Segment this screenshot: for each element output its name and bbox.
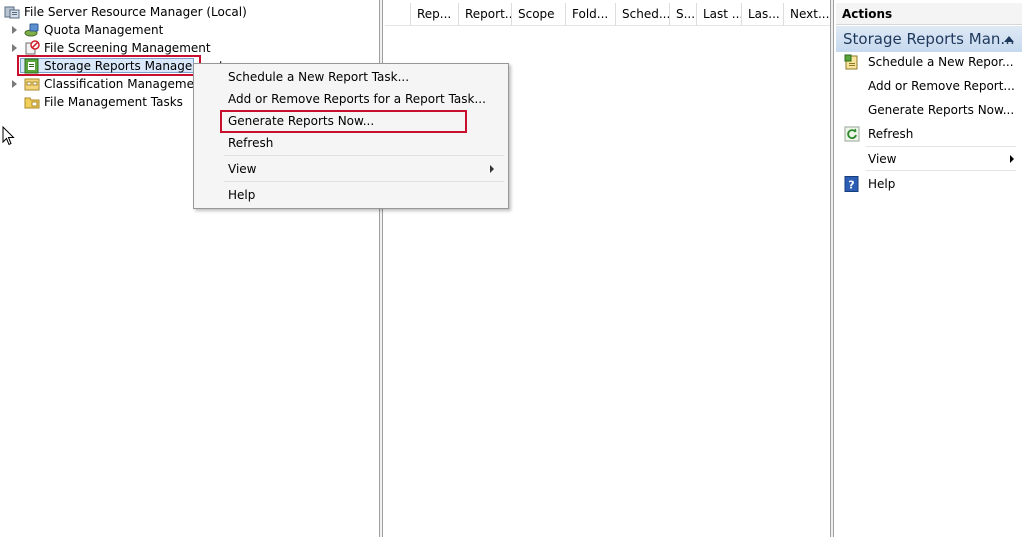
menu-separator — [224, 181, 504, 182]
column-header[interactable]: S... — [669, 3, 696, 25]
tree-item-label: File Management Tasks — [44, 95, 183, 109]
refresh-icon — [844, 126, 860, 142]
column-header[interactable]: Sched... — [615, 3, 669, 25]
menu-item-label: Schedule a New Report Task... — [228, 70, 410, 84]
menu-separator — [224, 155, 504, 156]
column-header[interactable]: Las... — [741, 3, 783, 25]
column-header[interactable]: Next... — [783, 3, 830, 25]
menu-item-schedule-new-report-task[interactable]: Schedule a New Report Task... — [196, 66, 506, 88]
tree-item-label: Classification Management — [44, 77, 207, 91]
action-label: View — [868, 152, 897, 166]
menu-item-label: Help — [228, 188, 256, 202]
action-label: Help — [868, 177, 896, 191]
menu-item-label: Add or Remove Reports for a Report Task.… — [228, 92, 486, 106]
action-refresh[interactable]: Refresh — [836, 123, 1022, 145]
menu-item-help[interactable]: Help — [196, 184, 506, 206]
column-header[interactable]: Report... — [458, 3, 511, 25]
file-tasks-icon — [24, 97, 40, 109]
menu-item-label: Refresh — [228, 136, 274, 150]
action-view[interactable]: View — [836, 148, 1022, 170]
action-generate-reports-now[interactable]: Generate Reports Now... — [836, 99, 1022, 121]
actions-pane: Actions Storage Reports Man... Schedule … — [836, 0, 1022, 537]
annotation-highlight-storage-reports — [17, 55, 201, 76]
server-icon — [4, 6, 20, 19]
separator — [866, 146, 1016, 147]
action-schedule-new-report[interactable]: Schedule a New Repor... — [836, 51, 1022, 73]
list-header: Rep... Report... Scope Fold... Sched... … — [385, 3, 830, 26]
actions-title: Actions — [836, 3, 1022, 25]
separator — [866, 170, 1016, 171]
menu-item-label: View — [228, 162, 257, 176]
actions-section-label: Storage Reports Man... — [843, 30, 1015, 48]
tree-item-label: Quota Management — [44, 23, 164, 37]
annotation-highlight-generate-reports — [220, 110, 467, 133]
mouse-cursor-icon — [2, 126, 15, 146]
column-header[interactable]: Last ... — [696, 3, 741, 25]
column-header[interactable]: Scope — [511, 3, 565, 25]
quota-icon — [24, 23, 39, 37]
classification-icon — [24, 78, 40, 91]
action-label: Refresh — [868, 127, 914, 141]
submenu-arrow-icon — [490, 165, 494, 173]
column-header[interactable]: Fold... — [565, 3, 615, 25]
menu-item-view[interactable]: View — [196, 158, 506, 180]
submenu-arrow-icon — [1010, 155, 1014, 163]
svg-text:?: ? — [848, 179, 854, 192]
schedule-icon — [844, 54, 858, 70]
collapse-arrow-icon[interactable] — [1004, 36, 1014, 42]
menu-item-refresh[interactable]: Refresh — [196, 132, 506, 154]
action-help[interactable]: ? Help — [836, 173, 1022, 195]
expand-arrow-icon[interactable] — [12, 44, 17, 52]
action-add-remove-reports[interactable]: Add or Remove Report... — [836, 75, 1022, 97]
tree-root-label: File Server Resource Manager (Local) — [24, 5, 247, 19]
pane-splitter[interactable] — [830, 0, 834, 537]
action-label: Generate Reports Now... — [868, 103, 1015, 117]
file-screen-icon — [25, 40, 40, 55]
menu-item-add-remove-reports[interactable]: Add or Remove Reports for a Report Task.… — [196, 88, 506, 110]
action-label: Add or Remove Report... — [868, 79, 1015, 93]
context-menu: Schedule a New Report Task... Add or Rem… — [193, 63, 509, 209]
column-header[interactable]: Rep... — [410, 3, 458, 25]
expand-arrow-icon[interactable] — [12, 80, 17, 88]
help-icon: ? — [844, 176, 859, 192]
expand-arrow-icon[interactable] — [12, 26, 17, 34]
actions-section-header[interactable]: Storage Reports Man... — [836, 26, 1022, 52]
action-label: Schedule a New Repor... — [868, 55, 1014, 69]
